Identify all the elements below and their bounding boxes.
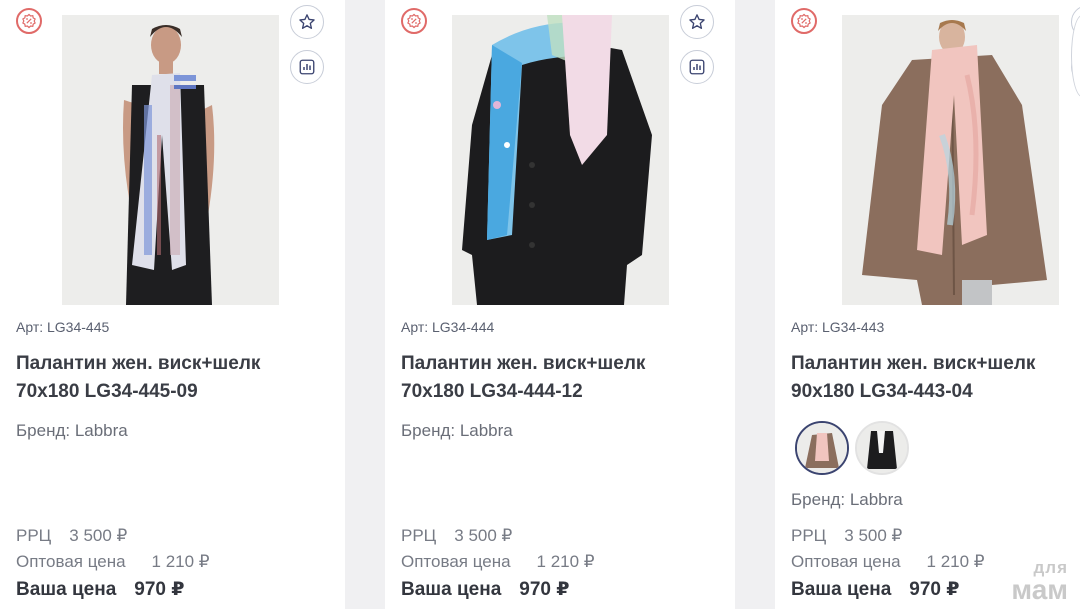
your-price-label: Ваша цена: [401, 579, 502, 600]
bar-chart-icon: [689, 59, 705, 75]
add-to-favorites-button[interactable]: [680, 5, 714, 39]
color-swatch-selected[interactable]: [795, 421, 849, 475]
percent-badge-icon: [401, 8, 427, 34]
product-title[interactable]: Палантин жен. виск+шелк 70х180 LG34-444-…: [401, 350, 721, 406]
product-title-line1[interactable]: Палантин жен. виск+шелк: [401, 350, 721, 378]
product-image[interactable]: [452, 15, 669, 305]
percent-badge-icon: [16, 8, 42, 34]
wholesale-price: Оптовая цена 1 210 ₽: [16, 552, 210, 572]
brand-label: Бренд: Labbra: [791, 490, 903, 509]
product-title-line2[interactable]: 90х180 LG34-443-04: [791, 378, 1080, 406]
product-title-line1[interactable]: Палантин жен. виск+шелк: [16, 350, 336, 378]
add-to-favorites-button[interactable]: [290, 5, 324, 39]
wholesale-value: 1 210 ₽: [926, 552, 985, 571]
star-icon: [299, 14, 315, 29]
rrp-label: РРЦ: [16, 526, 52, 545]
bar-chart-icon: [299, 59, 315, 75]
wholesale-label: Оптовая цена: [791, 552, 901, 571]
rrp-price: РРЦ 3 500 ₽: [16, 526, 127, 546]
wholesale-label: Оптовая цена: [401, 552, 511, 571]
product-card[interactable]: Арт: LG34-443 Палантин жен. виск+шелк 90…: [775, 0, 1080, 609]
compare-button[interactable]: [290, 50, 324, 84]
your-price-label: Ваша цена: [791, 579, 892, 600]
product-image[interactable]: [842, 15, 1059, 305]
rrp-price: РРЦ 3 500 ₽: [401, 526, 512, 546]
your-price: Ваша цена 970 ₽: [16, 578, 184, 601]
wholesale-value: 1 210 ₽: [536, 552, 595, 571]
your-price-value: 970 ₽: [909, 579, 960, 600]
your-price: Ваша цена 970 ₽: [791, 578, 959, 601]
wholesale-price: Оптовая цена 1 210 ₽: [791, 552, 985, 572]
rrp-label: РРЦ: [791, 526, 827, 545]
wholesale-value: 1 210 ₽: [151, 552, 210, 571]
star-icon: [689, 14, 705, 29]
your-price-value: 970 ₽: [134, 579, 185, 600]
rrp-value: 3 500 ₽: [69, 526, 128, 545]
rrp-label: РРЦ: [401, 526, 437, 545]
color-swatch[interactable]: [855, 421, 909, 475]
color-swatches: [795, 421, 909, 475]
your-price-label: Ваша цена: [16, 579, 117, 600]
product-title[interactable]: Палантин жен. виск+шелк 70х180 LG34-445-…: [16, 350, 336, 406]
rrp-value: 3 500 ₽: [844, 526, 903, 545]
product-card[interactable]: Арт: LG34-444 Палантин жен. виск+шелк 70…: [385, 0, 735, 609]
your-price-value: 970 ₽: [519, 579, 570, 600]
watermark-line2: мам: [1011, 574, 1068, 605]
your-price: Ваша цена 970 ₽: [401, 578, 569, 601]
product-title[interactable]: Палантин жен. виск+шелк 90х180 LG34-443-…: [791, 350, 1080, 406]
wholesale-price: Оптовая цена 1 210 ₽: [401, 552, 595, 572]
product-title-line2[interactable]: 70х180 LG34-444-12: [401, 378, 721, 406]
rrp-value: 3 500 ₽: [454, 526, 513, 545]
article-number: Арт: LG34-445: [16, 319, 110, 335]
product-card[interactable]: Арт: LG34-445 Палантин жен. виск+шелк 70…: [0, 0, 345, 609]
brand-label: Бренд: Labbra: [401, 421, 513, 440]
product-title-line1[interactable]: Палантин жен. виск+шелк: [791, 350, 1080, 378]
compare-button[interactable]: [680, 50, 714, 84]
article-number: Арт: LG34-444: [401, 319, 495, 335]
percent-badge-icon: [791, 8, 817, 34]
rrp-price: РРЦ 3 500 ₽: [791, 526, 902, 546]
watermark: для мам: [1011, 557, 1068, 605]
product-title-line2[interactable]: 70х180 LG34-445-09: [16, 378, 336, 406]
brand-label: Бренд: Labbra: [16, 421, 128, 440]
product-image[interactable]: [62, 15, 279, 305]
article-number: Арт: LG34-443: [791, 319, 885, 335]
wholesale-label: Оптовая цена: [16, 552, 126, 571]
